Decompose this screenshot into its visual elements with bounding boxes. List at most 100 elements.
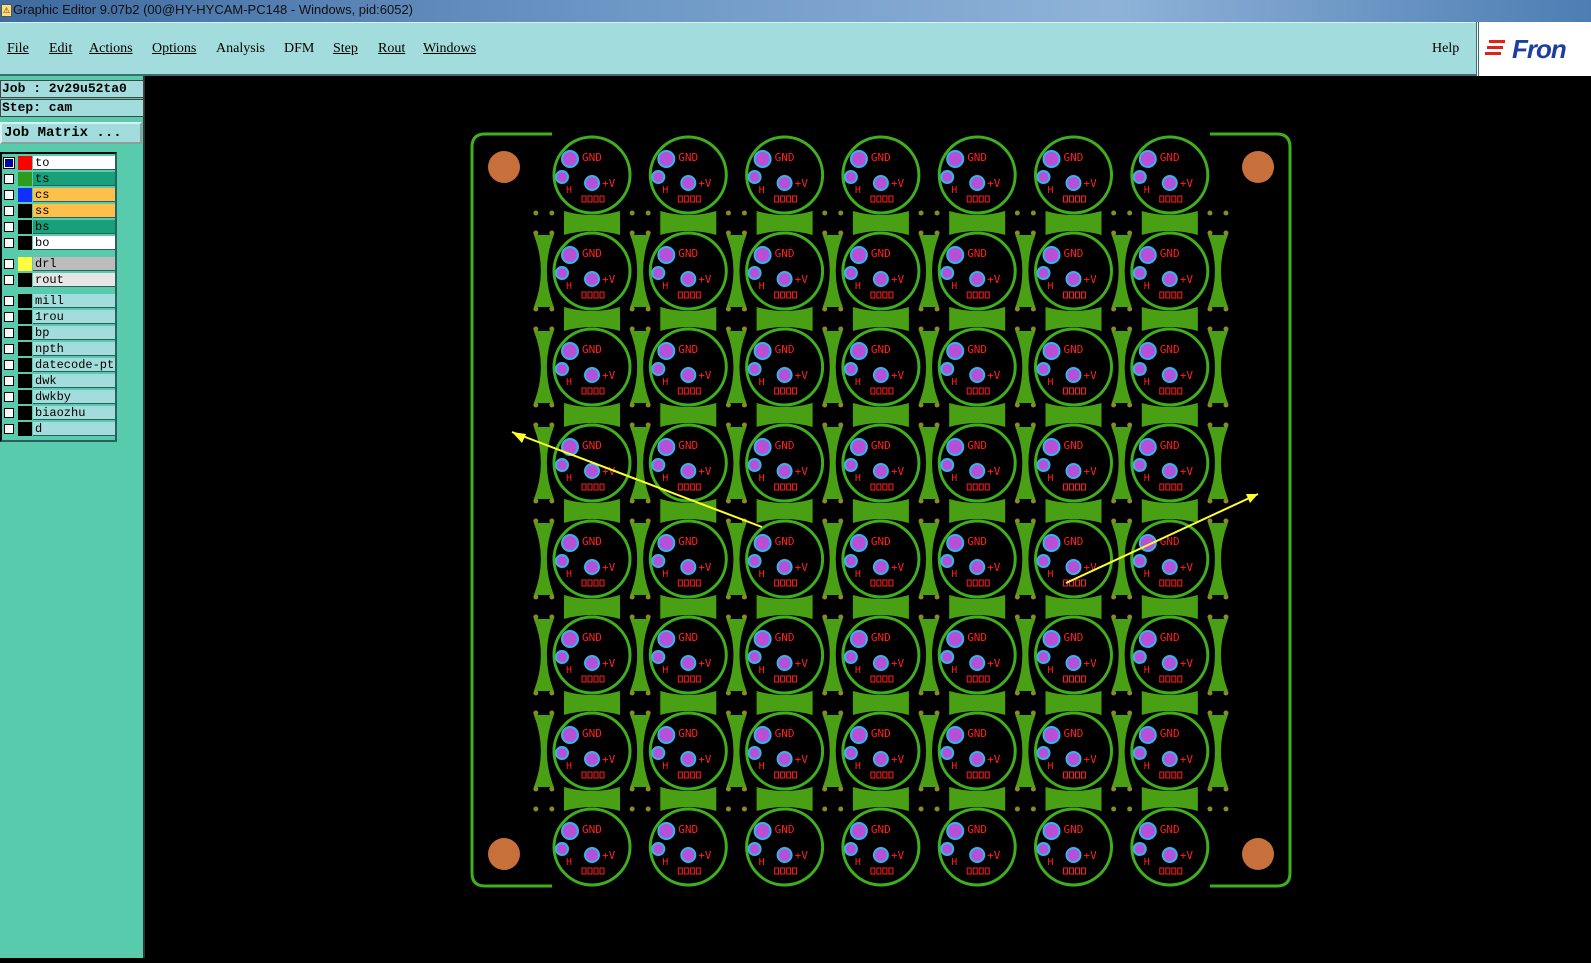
layer-row-1rou[interactable]: 1rou <box>2 310 115 325</box>
menu-analysis[interactable]: Analysis <box>216 41 265 57</box>
layer-row-cs[interactable]: cs <box>2 188 115 203</box>
layer-name[interactable]: ts <box>33 172 115 186</box>
layer-color-swatch[interactable] <box>18 220 32 234</box>
layer-checkbox[interactable] <box>4 312 14 322</box>
tooling-hole-1 <box>488 151 520 183</box>
layer-row-dwk[interactable]: dwk <box>2 374 115 389</box>
layer-row-datecode-ptc[interactable]: datecode-ptc <box>2 358 115 373</box>
layer-row-biaozhu[interactable]: biaozhu <box>2 406 115 421</box>
layer-color-swatch[interactable] <box>18 236 32 250</box>
layer-checkbox[interactable] <box>3 157 15 169</box>
layer-checkbox[interactable] <box>4 174 14 184</box>
layer-checkbox[interactable] <box>4 408 14 418</box>
date-code-mark <box>677 771 683 779</box>
layer-color-swatch[interactable] <box>18 326 32 340</box>
layer-row-dwkby[interactable]: dwkby <box>2 390 115 405</box>
menu-edit[interactable]: Edit <box>49 41 72 57</box>
layer-checkbox[interactable] <box>4 296 14 306</box>
layer-name[interactable]: cs <box>33 188 115 202</box>
layer-row-bs[interactable]: bs <box>2 220 115 235</box>
pcb-panel-view[interactable]: GND+VHGND+VHGND+VHGND+VHGND+VHGND+VHGND+… <box>145 76 1591 958</box>
via-dot <box>1127 614 1133 620</box>
layer-checkbox[interactable] <box>4 238 14 248</box>
via-dot <box>1014 230 1020 236</box>
via-dot <box>934 518 940 524</box>
layer-name[interactable]: datecode-ptc <box>33 358 115 372</box>
layer-name[interactable]: ss <box>33 204 115 218</box>
layer-row-d[interactable]: d <box>2 422 115 437</box>
layer-color-swatch[interactable] <box>18 294 32 308</box>
layer-name[interactable]: bs <box>33 220 115 234</box>
pcb-unit: GND+V H <box>745 231 825 311</box>
layer-row-npth[interactable]: npth <box>2 342 115 357</box>
layer-color-swatch[interactable] <box>18 374 32 388</box>
via-dot <box>629 614 635 620</box>
layer-color-swatch[interactable] <box>18 156 32 170</box>
layer-name[interactable]: rout <box>33 273 115 287</box>
menu-options[interactable]: Options <box>152 41 196 57</box>
layer-row-drl[interactable]: drl <box>2 257 115 272</box>
job-matrix-button[interactable]: Job Matrix ... <box>0 122 142 144</box>
layer-list[interactable]: to ts cs ss bs bo drl rout mill 1rou bp npth datecod… <box>0 152 117 442</box>
graphic-canvas[interactable]: GND +V H GND +V H GND +V H GND +V H GND +V H GND +V H GND +… <box>145 76 1591 958</box>
layer-name[interactable]: mill <box>33 294 115 308</box>
layer-name[interactable]: biaozhu <box>33 406 115 420</box>
date-code-mark <box>695 771 701 779</box>
layer-row-bp[interactable]: bp <box>2 326 115 341</box>
layer-checkbox[interactable] <box>4 424 14 434</box>
layer-row-to[interactable]: to <box>2 156 115 171</box>
layer-name[interactable]: bo <box>33 236 115 250</box>
layer-color-swatch[interactable] <box>18 204 32 218</box>
layer-name[interactable]: dwkby <box>33 390 115 404</box>
layer-color-swatch[interactable] <box>18 390 32 404</box>
date-code-mark <box>774 195 780 203</box>
menu-rout[interactable]: Rout <box>378 41 405 57</box>
layer-color-swatch[interactable] <box>18 188 32 202</box>
menu-step[interactable]: Step <box>333 41 358 57</box>
layer-checkbox[interactable] <box>4 259 14 269</box>
layer-checkbox[interactable] <box>4 392 14 402</box>
layer-checkbox[interactable] <box>4 275 14 285</box>
layer-checkbox[interactable] <box>4 376 14 386</box>
date-code-mark <box>792 579 798 587</box>
gnd-label: GND <box>967 247 987 260</box>
menu-windows[interactable]: Windows <box>423 41 476 57</box>
menu-actions[interactable]: Actions <box>89 41 133 57</box>
logo-text: Fron <box>1512 34 1567 64</box>
h-label: H <box>759 665 765 676</box>
menu-file[interactable]: File <box>7 41 29 57</box>
layer-checkbox[interactable] <box>4 360 14 370</box>
layer-name[interactable]: bp <box>33 326 115 340</box>
layer-checkbox[interactable] <box>4 206 14 216</box>
date-code-mark <box>966 675 972 683</box>
h-label: H <box>566 569 572 580</box>
layer-color-swatch[interactable] <box>18 273 32 287</box>
layer-row-rout[interactable]: rout <box>2 273 115 288</box>
menu-help[interactable]: Help <box>1432 41 1459 57</box>
layer-checkbox[interactable] <box>4 328 14 338</box>
layer-color-swatch[interactable] <box>18 342 32 356</box>
layer-row-bo[interactable]: bo <box>2 236 115 251</box>
layer-checkbox[interactable] <box>4 190 14 200</box>
h-pad <box>940 362 955 376</box>
layer-name[interactable]: dwk <box>33 374 115 388</box>
layer-color-swatch[interactable] <box>18 257 32 271</box>
layer-color-swatch[interactable] <box>18 422 32 436</box>
layer-row-mill[interactable]: mill <box>2 294 115 309</box>
layer-color-swatch[interactable] <box>18 310 32 324</box>
layer-name[interactable]: d <box>33 422 115 436</box>
layer-checkbox[interactable] <box>4 344 14 354</box>
app-icon[interactable]: ⚠ <box>1 4 12 17</box>
layer-name[interactable]: drl <box>33 257 115 271</box>
layer-row-ss[interactable]: ss <box>2 204 115 219</box>
layer-name[interactable]: to <box>33 156 115 170</box>
layer-color-swatch[interactable] <box>18 406 32 420</box>
layer-checkbox[interactable] <box>4 222 14 232</box>
menu-dfm[interactable]: DFM <box>284 41 314 57</box>
layer-color-swatch[interactable] <box>18 358 32 372</box>
layer-name[interactable]: npth <box>33 342 115 356</box>
layer-name[interactable]: 1rou <box>33 310 115 324</box>
layer-row-ts[interactable]: ts <box>2 172 115 187</box>
copper-lobe <box>1207 235 1228 307</box>
layer-color-swatch[interactable] <box>18 172 32 186</box>
